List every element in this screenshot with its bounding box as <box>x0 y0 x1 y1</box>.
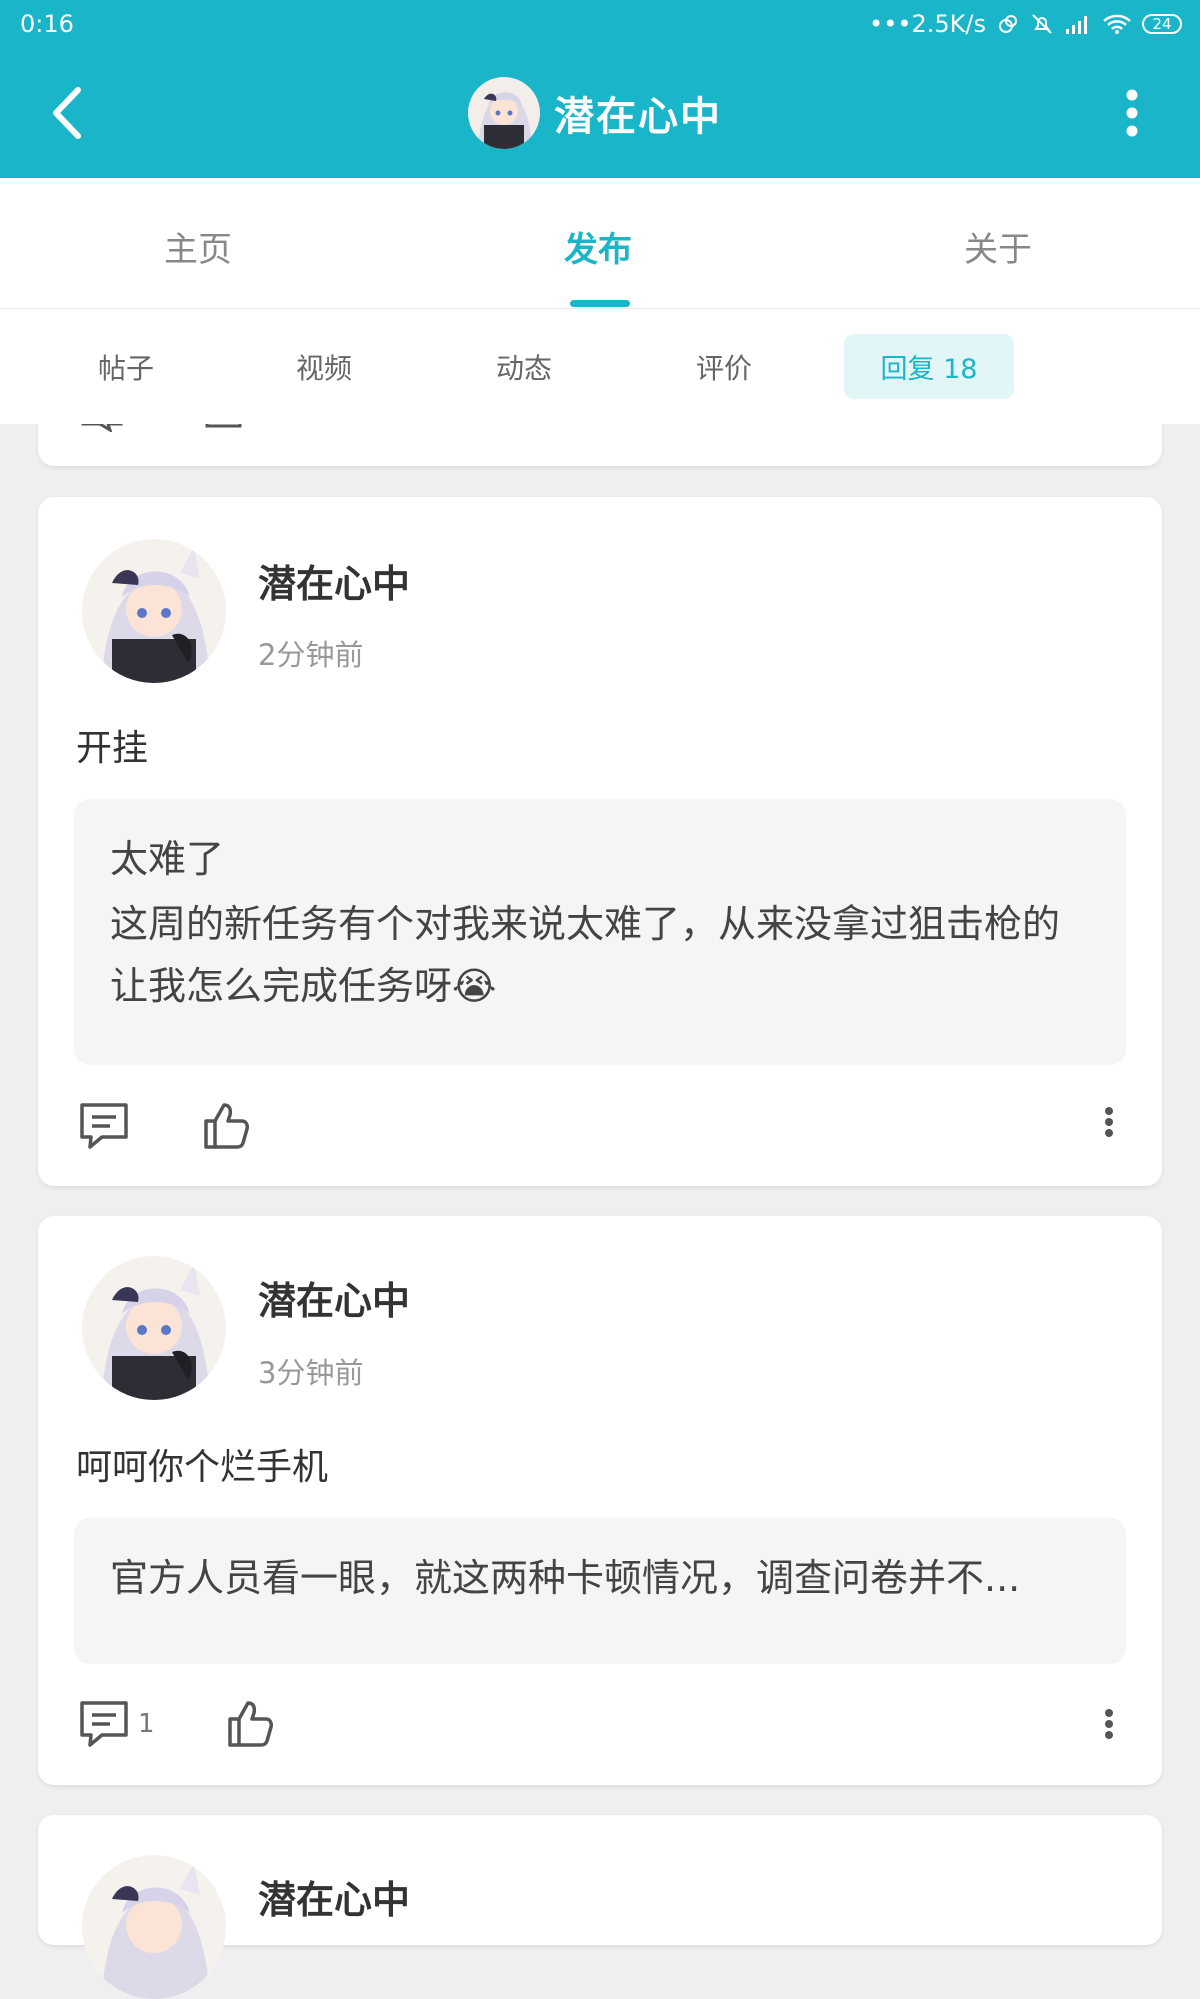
quoted-post-title: 太难了 <box>110 837 225 881</box>
active-tab-indicator <box>570 300 630 307</box>
tab-publish[interactable]: 发布 <box>564 222 632 271</box>
main-tabs: 主页 发布 关于 <box>0 178 1200 309</box>
post-card: 潜在心中 2分钟前 开挂 太难了 这周的新任务有个对我来说太难了，从来没拿过狙击… <box>38 497 1162 1186</box>
quoted-post[interactable]: 官方人员看一眼，就这两种卡顿情况，调查问卷并不... <box>74 1518 1126 1664</box>
quoted-post-body: 官方人员看一眼，就这两种卡顿情况，调查问卷并不... <box>110 1556 1021 1600</box>
tab-home[interactable]: 主页 <box>164 222 232 271</box>
subtab-replies[interactable]: 回复 18 <box>844 334 1014 399</box>
comment-button[interactable]: 1 <box>78 1699 155 1749</box>
comment-icon <box>80 1103 128 1149</box>
avatar[interactable] <box>82 1256 226 1400</box>
post-more-button[interactable] <box>1104 1107 1114 1137</box>
tab-about[interactable]: 关于 <box>964 222 1032 271</box>
more-options-button[interactable] <box>1112 86 1152 140</box>
subtab-reviews[interactable]: 评价 <box>696 347 752 387</box>
battery-icon: 24 <box>1142 14 1182 34</box>
subtab-videos[interactable]: 视频 <box>296 347 352 387</box>
back-button[interactable] <box>40 86 94 140</box>
app-bar: 潜在心中 <box>0 50 1200 178</box>
more-vertical-icon <box>1126 89 1138 137</box>
more-vertical-icon <box>1105 1709 1113 1739</box>
status-time: 0:16 <box>20 10 74 38</box>
avatar[interactable] <box>468 77 540 149</box>
post-more-button[interactable] <box>1104 1709 1114 1739</box>
reply-text: 呵呵你个烂手机 <box>76 1447 329 1488</box>
quoted-post[interactable]: 太难了 这周的新任务有个对我来说太难了，从来没拿过狙击枪的让我怎么完成任务呀😭 <box>74 799 1126 1065</box>
status-icons: •••2.5K/s 24 <box>869 10 1182 38</box>
sub-tabs: 帖子 视频 动态 评价 回复 18 <box>0 309 1200 424</box>
link-icon <box>999 15 1017 33</box>
post-card: 潜在心中 <box>38 1815 1162 1999</box>
network-speed: •••2.5K/s <box>869 10 986 38</box>
reply-text: 开挂 <box>76 728 149 769</box>
author-name[interactable]: 潜在心中 <box>258 1869 410 1924</box>
author-name[interactable]: 潜在心中 <box>258 1270 410 1325</box>
thumbs-up-icon <box>204 1103 249 1149</box>
subtab-moments[interactable]: 动态 <box>496 347 552 387</box>
chevron-left-icon <box>53 87 81 139</box>
subtab-posts[interactable]: 帖子 <box>98 347 154 387</box>
avatar[interactable] <box>82 1855 226 1999</box>
avatar[interactable] <box>82 539 226 683</box>
comment-button[interactable] <box>78 1101 138 1151</box>
post-time: 2分钟前 <box>258 638 364 672</box>
quoted-post-body: 这周的新任务有个对我来说太难了，从来没拿过狙击枪的让我怎么完成任务呀😭 <box>110 902 1061 1008</box>
more-vertical-icon <box>1105 1107 1113 1137</box>
thumbs-up-icon <box>228 1701 273 1747</box>
status-bar: 0:16 •••2.5K/s 24 <box>0 0 1200 50</box>
post-time: 3分钟前 <box>258 1356 364 1390</box>
comment-icon <box>80 1701 128 1747</box>
like-button[interactable] <box>202 1101 250 1151</box>
comment-count: 1 <box>138 1709 155 1739</box>
page-title: 潜在心中 <box>554 94 722 140</box>
post-card: 潜在心中 3分钟前 呵呵你个烂手机 官方人员看一眼，就这两种卡顿情况，调查问卷并… <box>38 1216 1162 1785</box>
like-button[interactable] <box>226 1699 274 1749</box>
title-group: 潜在心中 <box>468 76 722 150</box>
author-name[interactable]: 潜在心中 <box>258 553 410 608</box>
wifi-icon <box>1103 14 1131 34</box>
signal-icon <box>1066 16 1087 34</box>
mute-bell-icon <box>1032 14 1052 34</box>
